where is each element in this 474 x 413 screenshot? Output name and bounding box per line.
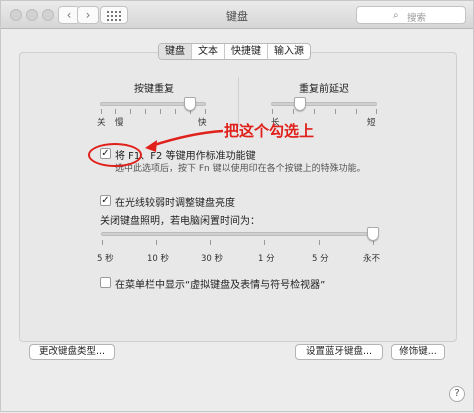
keyboard-preferences-window: ‹ › 键盘 ⌕ 搜索 键盘 文本 快捷键 输入源 按键重复 关 慢 快 重复前… [0,0,474,412]
annotation-arrow-icon [145,129,224,152]
annotation-text: 把这个勾选上 [224,122,315,140]
